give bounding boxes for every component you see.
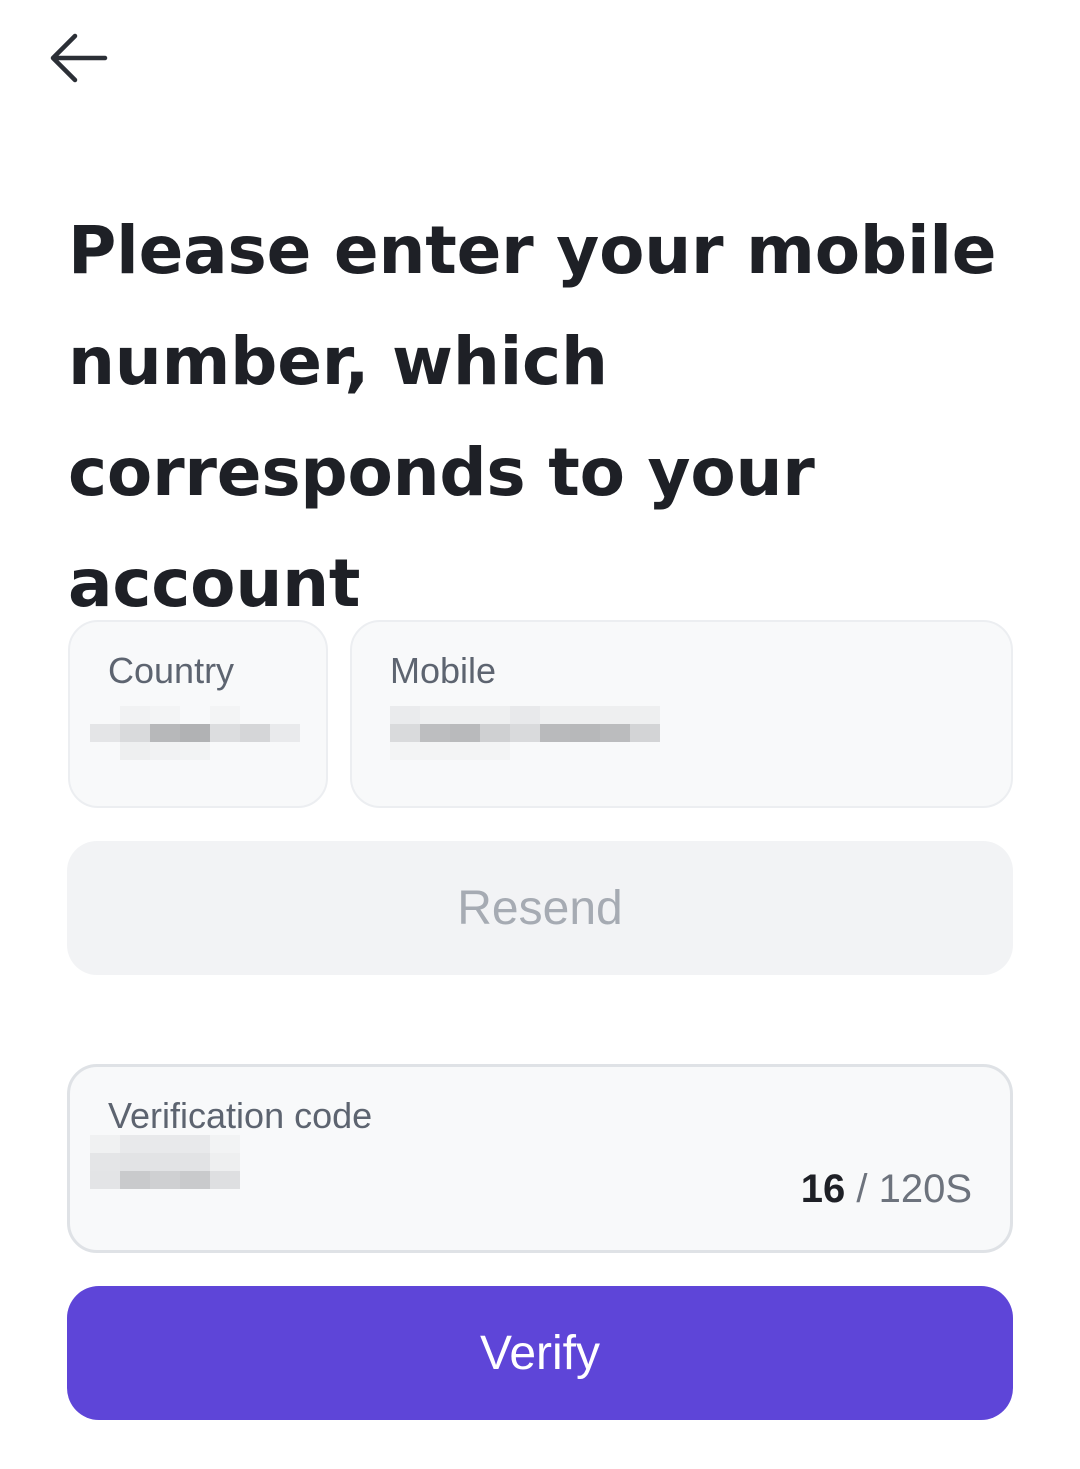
verification-code-label: Verification code — [108, 1095, 373, 1136]
verification-code-masked — [90, 1135, 240, 1189]
resend-countdown: 16 / 120S — [801, 1167, 972, 1212]
back-button[interactable] — [38, 22, 118, 94]
page-title: Please enter your mobile number, which c… — [68, 212, 997, 622]
country-value-masked — [90, 706, 300, 760]
mobile-label: Mobile — [390, 650, 497, 691]
phone-verification-screen: Please enter your mobile number, which c… — [0, 0, 1080, 1469]
countdown-total: 120S — [878, 1167, 972, 1211]
country-selector[interactable]: Country — [68, 620, 328, 808]
mobile-number-field[interactable]: Mobile — [350, 620, 1013, 808]
arrow-left-icon — [50, 33, 108, 83]
resend-button[interactable]: Resend — [67, 841, 1013, 975]
countdown-separator: / — [856, 1167, 868, 1211]
country-label: Country — [108, 650, 235, 691]
verify-button[interactable]: Verify — [67, 1286, 1013, 1420]
countdown-current: 16 — [800, 1167, 846, 1211]
verification-code-field[interactable]: Verification code 16 / 120S — [67, 1064, 1013, 1253]
mobile-value-masked — [390, 706, 660, 760]
